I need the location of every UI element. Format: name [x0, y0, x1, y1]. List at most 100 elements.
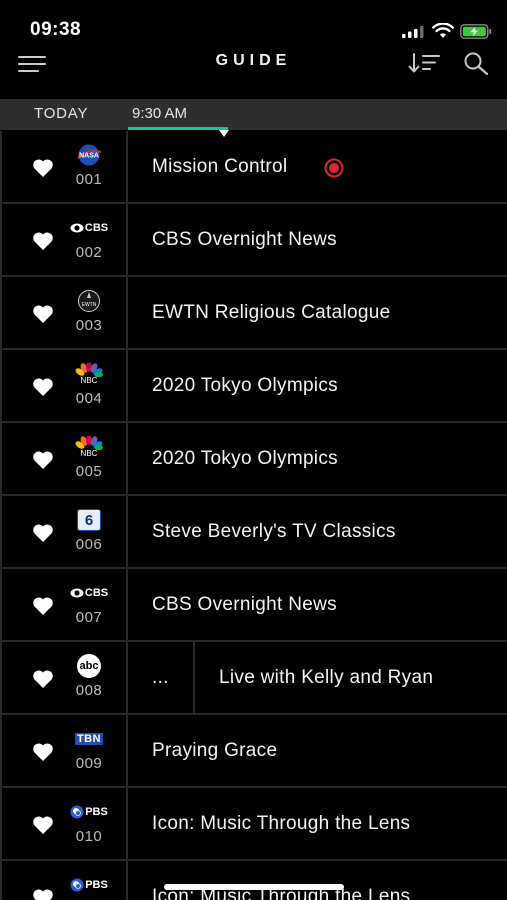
status-bar: 09:38 [0, 0, 507, 44]
guide-row: CBS 007 CBS Overnight News [0, 569, 507, 642]
channel-cell: EWTN 003 [0, 277, 128, 350]
abc-logo-text: abc [79, 660, 99, 672]
time-slot-indicator [128, 127, 228, 130]
program-cell[interactable]: Steve Beverly's TV Classics [130, 496, 507, 569]
tbn-logo-text: TBN [76, 733, 102, 745]
app-header: GUIDE [0, 44, 507, 99]
program-cell-previous[interactable]: ... [130, 642, 195, 715]
program-title: Mission Control [152, 156, 288, 177]
tbn-badge: TBN [74, 733, 104, 745]
nasa-meatball-icon: NASA [77, 144, 102, 166]
guide-row: NBC 004 2020 Tokyo Olympics [0, 350, 507, 423]
recording-icon [324, 158, 344, 178]
channel-cell: NBC 005 [0, 423, 128, 496]
search-icon[interactable] [463, 51, 489, 75]
nbc-logo: NBC [68, 363, 110, 385]
channel-cell: 6 006 [0, 496, 128, 569]
program-cell[interactable]: CBS Overnight News [130, 204, 507, 277]
program-cell[interactable]: EWTN Religious Catalogue [130, 277, 507, 350]
channel-6-logo-text: 6 [84, 511, 94, 529]
tbn-logo: TBN [68, 728, 110, 750]
timeline-bar: TODAY 9:30 AM [0, 99, 507, 130]
heart-icon[interactable] [32, 742, 54, 762]
program-title: 2020 Tokyo Olympics [152, 448, 338, 469]
program-title: 2020 Tokyo Olympics [152, 375, 338, 396]
program-title: ... [152, 667, 169, 688]
ewtn-emblem-icon: EWTN [78, 290, 100, 312]
pbs-logo-text: PBS [85, 806, 108, 818]
nbc-peacock-icon [75, 363, 103, 377]
ewtn-logo: EWTN [68, 290, 110, 312]
nbc-peacock-icon [75, 436, 103, 450]
program-cell[interactable]: Live with Kelly and Ryan [197, 642, 507, 715]
pbs-logo-text: PBS [85, 879, 108, 891]
channel-number: 001 [75, 171, 103, 188]
heart-icon[interactable] [32, 450, 54, 470]
channel-cell: PBS 011 [0, 861, 128, 900]
channel-number: 002 [75, 244, 103, 261]
guide-row: EWTN 003 EWTN Religious Catalogue [0, 277, 507, 350]
cbs-logo-text: CBS [84, 222, 109, 234]
pbs-logo: PBS [68, 874, 110, 896]
program-cell[interactable]: 2020 Tokyo Olympics [130, 423, 507, 496]
channel-cell: abc 008 [0, 642, 128, 715]
channel-cell: TBN 009 [0, 715, 128, 788]
channel-number: 003 [75, 317, 103, 334]
heart-icon[interactable] [32, 231, 54, 251]
channel-cell: CBS 002 [0, 204, 128, 277]
program-title: Live with Kelly and Ryan [219, 667, 434, 688]
heart-icon[interactable] [32, 523, 54, 543]
program-cell[interactable]: 2020 Tokyo Olympics [130, 350, 507, 423]
home-indicator[interactable] [164, 884, 344, 890]
wifi-icon [432, 23, 454, 38]
program-cell[interactable]: Mission Control [130, 131, 507, 204]
guide-row: PBS 011 Icon: Music Through the Lens [0, 861, 507, 900]
nbc-logo: NBC [68, 436, 110, 458]
heart-icon[interactable] [32, 377, 54, 397]
nbc-logo-text: NBC [80, 449, 98, 458]
cbs-logo-text: CBS [84, 587, 109, 599]
program-cell[interactable]: Icon: Music Through the Lens [130, 788, 507, 861]
sort-icon[interactable] [408, 52, 440, 74]
time-slot-label: 9:30 AM [132, 105, 188, 122]
ewtn-logo-text: EWTN [82, 302, 97, 308]
channel-number: 010 [75, 828, 103, 845]
heart-icon[interactable] [32, 158, 54, 178]
channel-number: 005 [75, 463, 103, 480]
program-cell[interactable]: Icon: Music Through the Lens [130, 861, 507, 900]
program-title: EWTN Religious Catalogue [152, 302, 391, 323]
program-cell[interactable]: Praying Grace [130, 715, 507, 788]
battery-charging-icon [460, 24, 492, 39]
program-title: CBS Overnight News [152, 229, 337, 250]
status-time: 09:38 [30, 19, 82, 40]
guide-row: TBN 009 Praying Grace [0, 715, 507, 788]
heart-icon[interactable] [32, 669, 54, 689]
channel-6-badge: 6 [77, 509, 101, 531]
channel-cell: PBS 010 [0, 788, 128, 861]
nbc-logo-text: NBC [80, 376, 98, 385]
heart-icon[interactable] [32, 815, 54, 835]
heart-icon[interactable] [32, 596, 54, 616]
program-cell[interactable]: CBS Overnight News [130, 569, 507, 642]
svg-text:NASA: NASA [79, 153, 99, 160]
abc-badge: abc [77, 654, 101, 678]
channel-number: 009 [75, 755, 103, 772]
heart-icon[interactable] [32, 304, 54, 324]
channel-number: 006 [75, 536, 103, 553]
program-divider [193, 642, 195, 715]
pbs-heads-icon [70, 878, 84, 892]
channel-6-logo: 6 [68, 509, 110, 531]
guide-row: CBS 002 CBS Overnight News [0, 204, 507, 277]
cbs-eye-icon [70, 223, 84, 233]
channel-cell: CBS 007 [0, 569, 128, 642]
heart-icon[interactable] [32, 888, 54, 900]
today-button[interactable]: TODAY [34, 105, 88, 122]
cellular-signal-icon [402, 26, 424, 38]
guide-row: PBS 010 Icon: Music Through the Lens [0, 788, 507, 861]
channel-number: 008 [75, 682, 103, 699]
program-title: Praying Grace [152, 740, 278, 761]
program-title: Steve Beverly's TV Classics [152, 521, 396, 542]
program-title: CBS Overnight News [152, 594, 337, 615]
guide-row: abc 008 ... Live with Kelly and Ryan [0, 642, 507, 715]
program-title: Icon: Music Through the Lens [152, 813, 411, 834]
